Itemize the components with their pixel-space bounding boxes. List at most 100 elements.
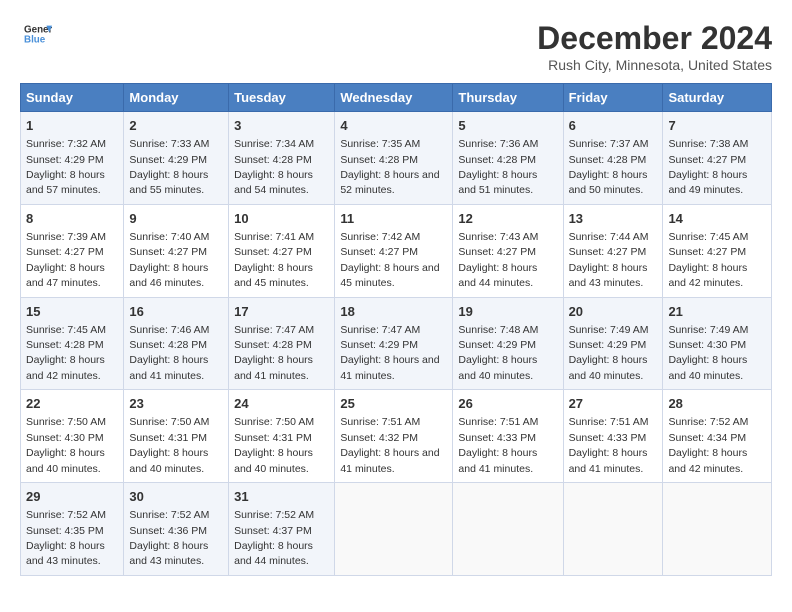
day-number: 14 bbox=[668, 210, 766, 228]
cell-info: Sunrise: 7:51 AMSunset: 4:32 PMDaylight:… bbox=[340, 416, 439, 474]
calendar-cell: 9 Sunrise: 7:40 AMSunset: 4:27 PMDaylight… bbox=[124, 204, 229, 297]
day-number: 4 bbox=[340, 117, 447, 135]
calendar-cell bbox=[663, 483, 772, 576]
calendar-cell: 5Sunrise: 7:36 AMSunset: 4:28 PMDaylight… bbox=[453, 112, 563, 205]
day-number: 12 bbox=[458, 210, 557, 228]
day-number: 8 bbox=[26, 210, 118, 228]
cell-info: Sunrise: 7:47 AMSunset: 4:29 PMDaylight:… bbox=[340, 324, 439, 382]
cell-info: Sunrise: 7:44 AMSunset: 4:27 PMDaylight:… bbox=[569, 231, 649, 289]
cell-info: Sunrise: 7:33 AMSunset: 4:29 PMDaylight:… bbox=[129, 138, 209, 196]
calendar-cell: 11Sunrise: 7:42 AMSunset: 4:27 PMDayligh… bbox=[335, 204, 453, 297]
cell-info: Sunrise: 7:42 AMSunset: 4:27 PMDaylight:… bbox=[340, 231, 439, 289]
cell-info: Sunrise: 7:43 AMSunset: 4:27 PMDaylight:… bbox=[458, 231, 538, 289]
calendar-cell: 17 Sunrise: 7:47 AMSunset: 4:28 PMDayligh… bbox=[229, 297, 335, 390]
cell-info: Sunrise: 7:35 AMSunset: 4:28 PMDaylight:… bbox=[340, 138, 439, 196]
calendar-cell: 26 Sunrise: 7:51 AMSunset: 4:33 PMDayligh… bbox=[453, 390, 563, 483]
day-number: 28 bbox=[668, 395, 766, 413]
calendar-header-row: SundayMondayTuesdayWednesdayThursdayFrid… bbox=[21, 84, 772, 112]
calendar-cell: 18 Sunrise: 7:47 AMSunset: 4:29 PMDayligh… bbox=[335, 297, 453, 390]
calendar-cell: 20Sunrise: 7:49 AMSunset: 4:29 PMDayligh… bbox=[563, 297, 663, 390]
calendar-cell: 16 Sunrise: 7:46 AMSunset: 4:28 PMDayligh… bbox=[124, 297, 229, 390]
day-number: 29 bbox=[26, 488, 118, 506]
day-number: 18 bbox=[340, 303, 447, 321]
calendar-cell: 14 Sunrise: 7:45 AMSunset: 4:27 PMDayligh… bbox=[663, 204, 772, 297]
day-number: 7 bbox=[668, 117, 766, 135]
header-saturday: Saturday bbox=[663, 84, 772, 112]
cell-info: Sunrise: 7:34 AMSunset: 4:28 PMDaylight:… bbox=[234, 138, 314, 196]
calendar-cell: 1 Sunrise: 7:32 AMSunset: 4:29 PMDaylight… bbox=[21, 112, 124, 205]
calendar-cell: 30 Sunrise: 7:52 AMSunset: 4:36 PMDayligh… bbox=[124, 483, 229, 576]
calendar-cell: 6 Sunrise: 7:37 AMSunset: 4:28 PMDaylight… bbox=[563, 112, 663, 205]
cell-info: Sunrise: 7:49 AMSunset: 4:29 PMDaylight:… bbox=[569, 324, 649, 382]
calendar-cell: 4 Sunrise: 7:35 AMSunset: 4:28 PMDaylight… bbox=[335, 112, 453, 205]
calendar-cell: 8 Sunrise: 7:39 AMSunset: 4:27 PMDaylight… bbox=[21, 204, 124, 297]
day-number: 31 bbox=[234, 488, 329, 506]
calendar-cell: 29 Sunrise: 7:52 AMSunset: 4:35 PMDayligh… bbox=[21, 483, 124, 576]
cell-info: Sunrise: 7:50 AMSunset: 4:31 PMDaylight:… bbox=[129, 416, 209, 474]
day-number: 3 bbox=[234, 117, 329, 135]
day-number: 17 bbox=[234, 303, 329, 321]
day-number: 25 bbox=[340, 395, 447, 413]
calendar-cell: 22Sunrise: 7:50 AMSunset: 4:30 PMDayligh… bbox=[21, 390, 124, 483]
title-block: December 2024 Rush City, Minnesota, Unit… bbox=[537, 20, 772, 73]
day-number: 26 bbox=[458, 395, 557, 413]
cell-info: Sunrise: 7:45 AMSunset: 4:27 PMDaylight:… bbox=[668, 231, 748, 289]
calendar-cell: 23Sunrise: 7:50 AMSunset: 4:31 PMDayligh… bbox=[124, 390, 229, 483]
cell-info: Sunrise: 7:51 AMSunset: 4:33 PMDaylight:… bbox=[458, 416, 538, 474]
day-number: 21 bbox=[668, 303, 766, 321]
day-number: 15 bbox=[26, 303, 118, 321]
cell-info: Sunrise: 7:52 AMSunset: 4:35 PMDaylight:… bbox=[26, 509, 106, 567]
calendar-cell: 13 Sunrise: 7:44 AMSunset: 4:27 PMDayligh… bbox=[563, 204, 663, 297]
day-number: 30 bbox=[129, 488, 223, 506]
location-text: Rush City, Minnesota, United States bbox=[537, 57, 772, 73]
cell-info: Sunrise: 7:49 AMSunset: 4:30 PMDaylight:… bbox=[668, 324, 748, 382]
header-thursday: Thursday bbox=[453, 84, 563, 112]
cell-info: Sunrise: 7:48 AMSunset: 4:29 PMDaylight:… bbox=[458, 324, 538, 382]
calendar-table: SundayMondayTuesdayWednesdayThursdayFrid… bbox=[20, 83, 772, 576]
day-number: 27 bbox=[569, 395, 658, 413]
day-number: 1 bbox=[26, 117, 118, 135]
day-number: 10 bbox=[234, 210, 329, 228]
calendar-week-5: 29 Sunrise: 7:52 AMSunset: 4:35 PMDayligh… bbox=[21, 483, 772, 576]
month-title: December 2024 bbox=[537, 20, 772, 57]
header-wednesday: Wednesday bbox=[335, 84, 453, 112]
day-number: 22 bbox=[26, 395, 118, 413]
calendar-week-3: 15 Sunrise: 7:45 AMSunset: 4:28 PMDayligh… bbox=[21, 297, 772, 390]
header-friday: Friday bbox=[563, 84, 663, 112]
cell-info: Sunrise: 7:37 AMSunset: 4:28 PMDaylight:… bbox=[569, 138, 649, 196]
cell-info: Sunrise: 7:32 AMSunset: 4:29 PMDaylight:… bbox=[26, 138, 106, 196]
cell-info: Sunrise: 7:40 AMSunset: 4:27 PMDaylight:… bbox=[129, 231, 209, 289]
calendar-cell: 2 Sunrise: 7:33 AMSunset: 4:29 PMDaylight… bbox=[124, 112, 229, 205]
cell-info: Sunrise: 7:52 AMSunset: 4:37 PMDaylight:… bbox=[234, 509, 314, 567]
calendar-cell: 28 Sunrise: 7:52 AMSunset: 4:34 PMDayligh… bbox=[663, 390, 772, 483]
svg-text:Blue: Blue bbox=[24, 34, 46, 45]
calendar-cell: 24Sunrise: 7:50 AMSunset: 4:31 PMDayligh… bbox=[229, 390, 335, 483]
calendar-week-2: 8 Sunrise: 7:39 AMSunset: 4:27 PMDaylight… bbox=[21, 204, 772, 297]
calendar-cell: 12 Sunrise: 7:43 AMSunset: 4:27 PMDayligh… bbox=[453, 204, 563, 297]
calendar-cell bbox=[563, 483, 663, 576]
cell-info: Sunrise: 7:52 AMSunset: 4:34 PMDaylight:… bbox=[668, 416, 748, 474]
page-header: General Blue December 2024 Rush City, Mi… bbox=[20, 20, 772, 73]
cell-info: Sunrise: 7:47 AMSunset: 4:28 PMDaylight:… bbox=[234, 324, 314, 382]
cell-info: Sunrise: 7:51 AMSunset: 4:33 PMDaylight:… bbox=[569, 416, 649, 474]
day-number: 6 bbox=[569, 117, 658, 135]
day-number: 13 bbox=[569, 210, 658, 228]
calendar-cell: 10Sunrise: 7:41 AMSunset: 4:27 PMDayligh… bbox=[229, 204, 335, 297]
cell-info: Sunrise: 7:46 AMSunset: 4:28 PMDaylight:… bbox=[129, 324, 209, 382]
day-number: 9 bbox=[129, 210, 223, 228]
logo: General Blue bbox=[20, 20, 52, 53]
cell-info: Sunrise: 7:39 AMSunset: 4:27 PMDaylight:… bbox=[26, 231, 106, 289]
cell-info: Sunrise: 7:36 AMSunset: 4:28 PMDaylight:… bbox=[458, 138, 538, 196]
cell-info: Sunrise: 7:45 AMSunset: 4:28 PMDaylight:… bbox=[26, 324, 106, 382]
cell-info: Sunrise: 7:52 AMSunset: 4:36 PMDaylight:… bbox=[129, 509, 209, 567]
calendar-cell: 15 Sunrise: 7:45 AMSunset: 4:28 PMDayligh… bbox=[21, 297, 124, 390]
day-number: 2 bbox=[129, 117, 223, 135]
calendar-week-1: 1 Sunrise: 7:32 AMSunset: 4:29 PMDaylight… bbox=[21, 112, 772, 205]
calendar-cell: 19Sunrise: 7:48 AMSunset: 4:29 PMDayligh… bbox=[453, 297, 563, 390]
calendar-cell: 31 Sunrise: 7:52 AMSunset: 4:37 PMDayligh… bbox=[229, 483, 335, 576]
calendar-cell: 3 Sunrise: 7:34 AMSunset: 4:28 PMDaylight… bbox=[229, 112, 335, 205]
header-monday: Monday bbox=[124, 84, 229, 112]
calendar-cell bbox=[453, 483, 563, 576]
day-number: 16 bbox=[129, 303, 223, 321]
calendar-cell: 27 Sunrise: 7:51 AMSunset: 4:33 PMDayligh… bbox=[563, 390, 663, 483]
